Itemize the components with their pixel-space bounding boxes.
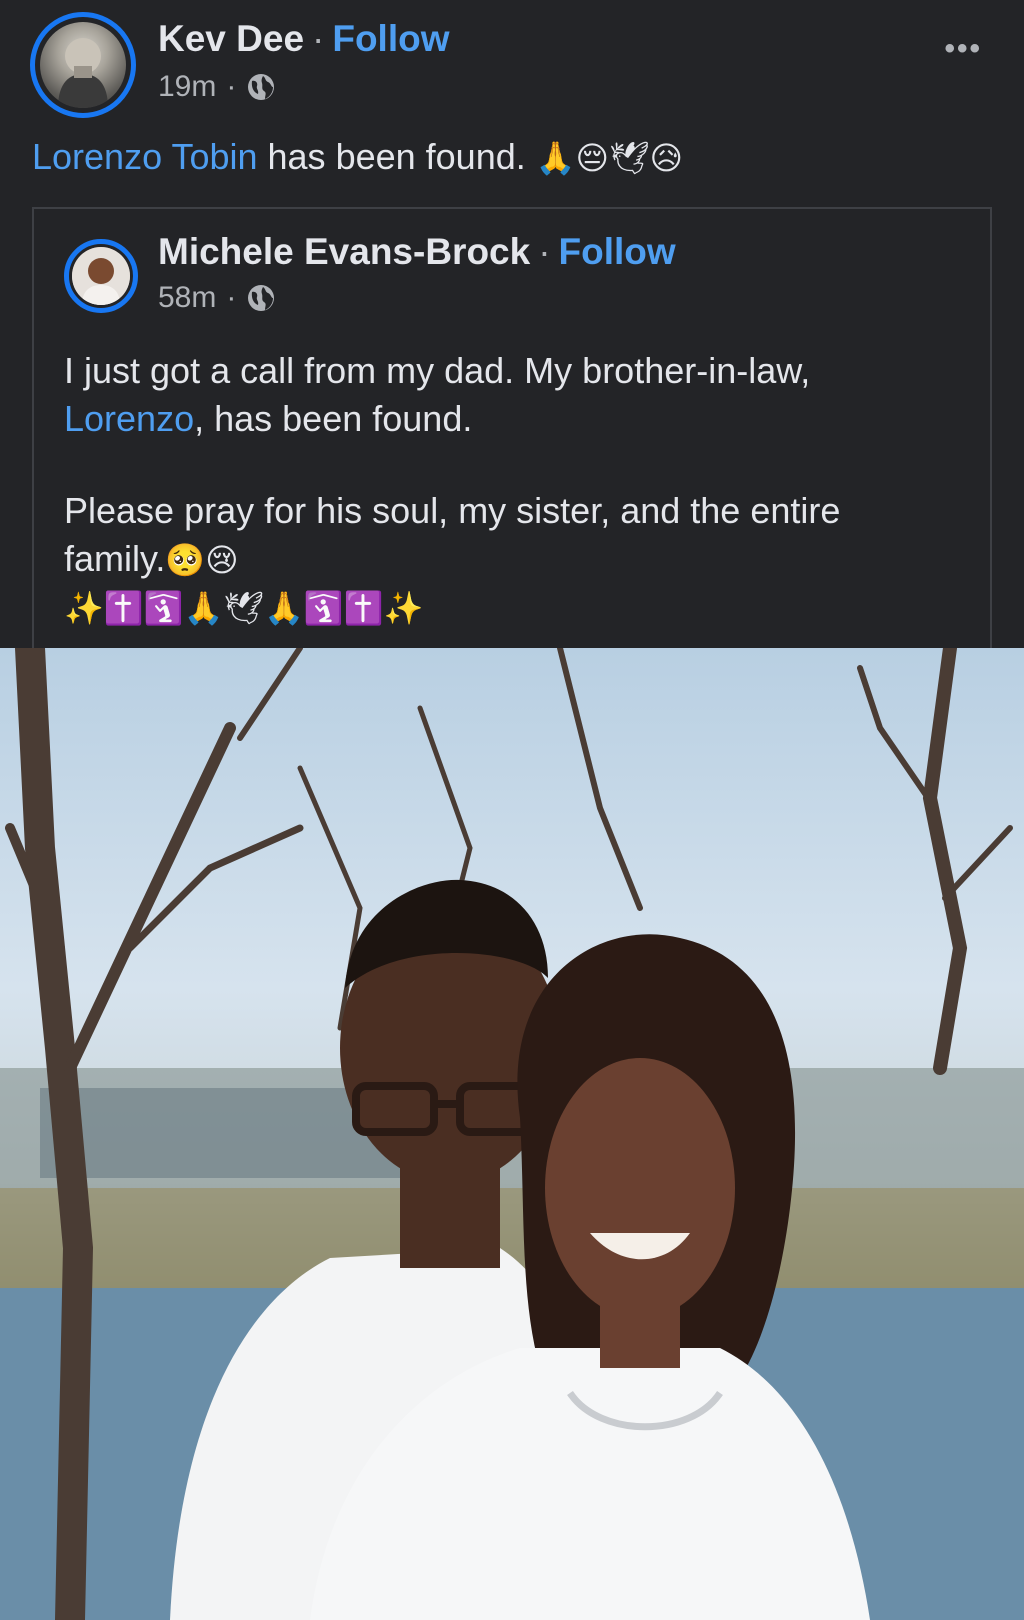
lorenzo-link[interactable]: Lorenzo: [64, 398, 194, 439]
author-avatar-photo: [40, 22, 126, 108]
post-meta: 19m ·: [158, 70, 276, 104]
shared-para2-text: family.: [64, 538, 166, 579]
author-line: Kev Dee · Follow: [158, 18, 450, 60]
shared-author-name[interactable]: Michele Evans-Brock: [158, 231, 530, 272]
shared-post-meta: 58m ·: [158, 281, 276, 315]
more-options-icon[interactable]: •••: [944, 32, 982, 66]
shared-meta-dot: ·: [226, 281, 237, 314]
post-photo[interactable]: [0, 648, 1024, 1620]
shared-post-time[interactable]: 58m: [158, 281, 216, 315]
follow-button[interactable]: Follow: [332, 18, 449, 59]
tagged-person-link[interactable]: Lorenzo Tobin: [32, 136, 258, 177]
shared-line-1: I just got a call from my dad. My brothe…: [64, 350, 811, 391]
shared-follow-button[interactable]: Follow: [559, 231, 676, 272]
shared-author-avatar-photo: [72, 247, 130, 305]
post-time[interactable]: 19m: [158, 70, 216, 104]
shared-author-line: Michele Evans-Brock · Follow: [158, 231, 676, 273]
shared-line-2: Lorenzo, has been found.: [64, 395, 964, 443]
shared-para2-emojis: 🥺😢: [165, 541, 239, 579]
shared-name-separator: ·: [538, 231, 551, 272]
author-avatar[interactable]: [30, 12, 136, 118]
post-text-body: has been found.: [257, 136, 526, 177]
shared-para2-line-1: Please pray for his soul, my sister, and…: [64, 490, 841, 531]
shared-line-2-rest: , has been found.: [194, 398, 473, 439]
meta-dot: ·: [226, 70, 237, 103]
post-header: Kev Dee · Follow 19m · •••: [30, 12, 994, 118]
shared-paragraph-1: I just got a call from my dad. My brothe…: [64, 347, 964, 443]
globe-icon: [246, 283, 276, 313]
globe-icon: [246, 72, 276, 102]
shared-post[interactable]: Michele Evans-Brock · Follow 58m · I just …: [32, 207, 992, 657]
post-text: Lorenzo Tobin has been found. 🙏😔🕊😥: [32, 136, 683, 178]
name-separator: ·: [312, 18, 325, 59]
photo-illustration: [0, 648, 1024, 1620]
shared-emoji-row: ✨✝️🛐🙏🕊🙏🛐✝️✨: [64, 589, 424, 627]
post-emojis: 🙏😔🕊😥: [535, 139, 683, 177]
shared-para2-line-2: family.🥺😢: [64, 535, 964, 584]
shared-paragraph-2: Please pray for his soul, my sister, and…: [64, 487, 964, 632]
author-name[interactable]: Kev Dee: [158, 18, 304, 59]
shared-author-avatar[interactable]: [64, 239, 138, 313]
